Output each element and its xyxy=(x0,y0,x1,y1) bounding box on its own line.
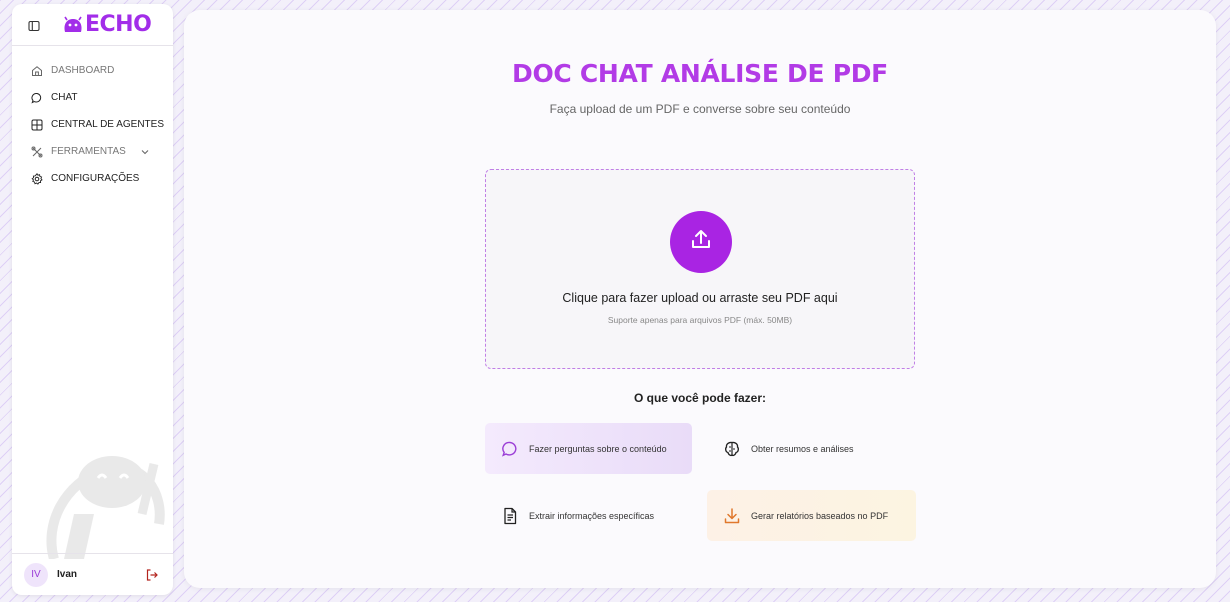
sidebar-toggle-icon[interactable] xyxy=(28,19,40,31)
sidebar-item-configuracoes[interactable]: CONFIGURAÇÕES xyxy=(12,165,173,192)
feature-summaries[interactable]: Obter resumos e análises xyxy=(707,423,914,474)
upload-icon xyxy=(688,227,714,258)
chat-bubble-icon xyxy=(501,440,519,458)
document-icon xyxy=(501,507,519,525)
mascot-illustration xyxy=(34,444,173,561)
sidebar-item-label: CONFIGURAÇÕES xyxy=(51,173,140,184)
feature-label: Extrair informações específicas xyxy=(529,510,655,521)
pdf-upload-dropzone[interactable]: Clique para fazer upload ou arraste seu … xyxy=(485,169,915,369)
tools-icon xyxy=(31,146,43,158)
grid-icon xyxy=(31,119,43,131)
sidebar-nav: DASHBOARD CHAT CENTRAL DE AGENTES FERRAM… xyxy=(12,46,173,192)
gear-icon xyxy=(31,172,43,185)
sidebar-item-chat[interactable]: CHAT xyxy=(12,84,173,111)
sidebar-header: ECHO xyxy=(12,4,173,46)
page-title: DOC CHAT ANÁLISE DE PDF xyxy=(512,59,888,88)
sidebar-item-dashboard[interactable]: DASHBOARD xyxy=(12,57,173,84)
sidebar-item-ferramentas[interactable]: FERRAMENTAS xyxy=(12,138,173,165)
avatar[interactable]: IV xyxy=(24,562,48,587)
sidebar-item-central-de-agentes[interactable]: CENTRAL DE AGENTES xyxy=(12,111,173,138)
feature-label: Fazer perguntas sobre o conteúdo xyxy=(529,443,667,454)
feature-ask-questions[interactable]: Fazer perguntas sobre o conteúdo xyxy=(485,423,692,474)
chevron-down-icon[interactable] xyxy=(140,147,150,157)
sidebar: ECHO DASHBOARD CHAT CENTRAL DE AGENTES F… xyxy=(12,4,173,595)
feature-generate-reports[interactable]: Gerar relatórios baseados no PDF xyxy=(707,490,916,541)
user-name: Ivan xyxy=(57,569,78,580)
sidebar-item-label: CENTRAL DE AGENTES xyxy=(51,119,164,130)
features-title: O que você pode fazer: xyxy=(633,391,767,405)
sidebar-item-label: FERRAMENTAS xyxy=(51,146,126,157)
upload-note: Suporte apenas para arquivos PDF (máx. 5… xyxy=(607,315,793,325)
home-icon xyxy=(31,65,43,77)
download-icon xyxy=(723,507,741,525)
chat-bubble-icon xyxy=(31,92,43,104)
main-panel: DOC CHAT ANÁLISE DE PDF Faça upload de u… xyxy=(184,10,1216,588)
logo-text: ECHO xyxy=(85,12,152,37)
upload-button[interactable] xyxy=(670,211,732,273)
upload-instruction: Clique para fazer upload ou arraste seu … xyxy=(562,291,838,305)
page-subtitle: Faça upload de um PDF e converse sobre s… xyxy=(549,102,851,116)
feature-extract-info[interactable]: Extrair informações específicas xyxy=(485,490,692,541)
sidebar-item-label: CHAT xyxy=(51,92,78,103)
logout-icon[interactable] xyxy=(145,568,159,582)
feature-label: Obter resumos e análises xyxy=(751,443,854,454)
feature-label: Gerar relatórios baseados no PDF xyxy=(751,510,889,521)
logo[interactable]: ECHO xyxy=(62,12,152,37)
sidebar-footer: IV Ivan xyxy=(12,553,173,595)
brain-icon xyxy=(723,440,741,458)
ghost-logo-icon xyxy=(62,16,84,34)
sidebar-item-label: DASHBOARD xyxy=(51,65,115,76)
